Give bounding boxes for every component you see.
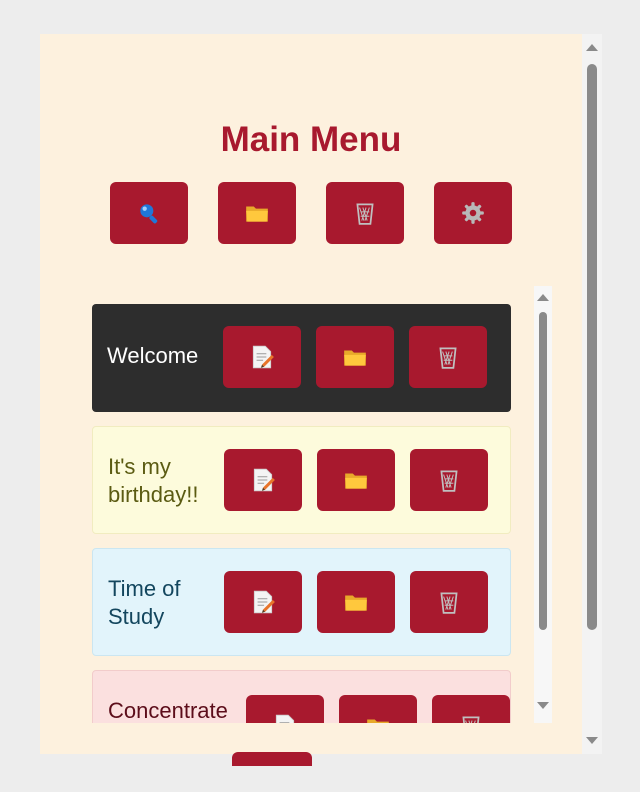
folder-button[interactable] <box>317 571 395 633</box>
list-scroll-up-arrow[interactable] <box>537 294 549 301</box>
item-label: It's my birthday!! <box>108 454 199 507</box>
folder-button[interactable] <box>317 449 395 511</box>
edit-icon <box>249 344 275 370</box>
scroll-thumb[interactable] <box>587 64 597 630</box>
window-scrollbar[interactable] <box>582 34 602 754</box>
list-scroll-down-arrow[interactable] <box>537 702 549 709</box>
delete-button[interactable] <box>432 695 510 723</box>
edit-button[interactable] <box>224 571 302 633</box>
item-label: Time of Study <box>108 576 181 629</box>
delete-button[interactable] <box>410 449 488 511</box>
delete-button[interactable] <box>409 326 487 388</box>
edit-button[interactable] <box>246 695 324 723</box>
trash-icon <box>458 713 484 723</box>
trash-icon <box>435 344 461 370</box>
trash-icon <box>436 467 462 493</box>
delete-button[interactable] <box>410 571 488 633</box>
folder-button[interactable] <box>339 695 417 723</box>
folder-icon <box>343 589 369 615</box>
scroll-down-arrow[interactable] <box>586 737 598 744</box>
folder-icon <box>244 200 270 226</box>
trash-button[interactable] <box>326 182 404 244</box>
settings-button[interactable] <box>434 182 512 244</box>
trash-icon <box>436 589 462 615</box>
list-item: Welcome <box>92 304 511 412</box>
folder-button[interactable] <box>316 326 394 388</box>
folder-button[interactable] <box>218 182 296 244</box>
main-window: Main Menu Welcome It's my birthday!! Tim… <box>40 34 602 754</box>
list-item: Time of Study <box>92 548 511 656</box>
search-button[interactable] <box>110 182 188 244</box>
folder-icon <box>365 713 391 723</box>
search-icon <box>136 200 162 226</box>
bottom-button[interactable] <box>232 752 312 766</box>
scroll-up-arrow[interactable] <box>586 44 598 51</box>
list-scrollbar[interactable] <box>534 286 552 723</box>
item-label: Concentrate <box>108 698 228 723</box>
edit-icon <box>250 589 276 615</box>
trash-icon <box>352 200 378 226</box>
edit-button[interactable] <box>223 326 301 388</box>
entry-list: Welcome It's my birthday!! Time of Study… <box>92 286 554 723</box>
folder-icon <box>342 344 368 370</box>
list-item: It's my birthday!! <box>92 426 511 534</box>
gear-icon <box>460 200 486 226</box>
folder-icon <box>343 467 369 493</box>
page-title: Main Menu <box>220 120 402 159</box>
list-item: Concentrate <box>92 670 511 723</box>
list-scroll-thumb[interactable] <box>539 312 547 630</box>
edit-icon <box>250 467 276 493</box>
edit-icon <box>272 713 298 723</box>
edit-button[interactable] <box>224 449 302 511</box>
item-label: Welcome <box>107 343 199 368</box>
